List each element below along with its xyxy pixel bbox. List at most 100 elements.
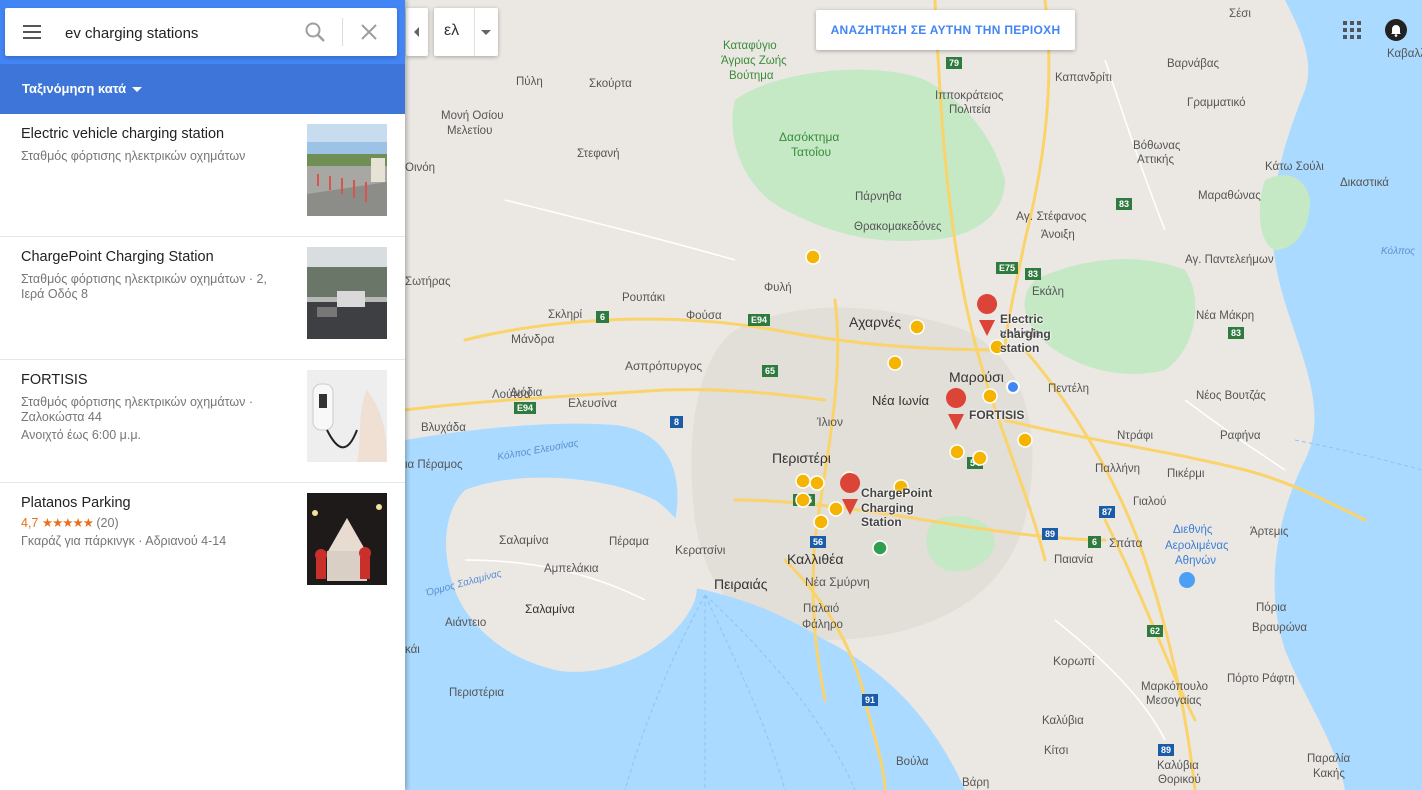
road-shield: 79	[946, 57, 963, 69]
map-label: Φάληρο	[802, 619, 843, 631]
apps-icon[interactable]	[1342, 20, 1362, 40]
map-label: Νέα Μάκρη	[1196, 310, 1255, 322]
map-label: Αγ. Παντελεήμων	[1185, 254, 1274, 266]
map-label: Κορωπί	[1053, 654, 1095, 668]
result-address: Γκαράζ για πάρκινγκ · Αδριανού 4-14	[21, 534, 227, 548]
map-label: Καταφύγιο	[723, 40, 777, 52]
map-label: Ντράφι	[1117, 430, 1154, 442]
map-label: κάι	[405, 644, 420, 656]
map-label: Αττικής	[1137, 154, 1174, 166]
map-label: Όρμος Σαλαμίνας	[424, 568, 503, 599]
map-label: Διεθνής	[1173, 524, 1213, 536]
result-title[interactable]: Platanos Parking	[21, 495, 131, 511]
sort-bar[interactable]: Ταξινόμηση κατά	[0, 64, 405, 114]
road-shield: 6	[596, 311, 610, 323]
map-label: Αγ. Στέφανος	[1016, 209, 1087, 223]
search-box	[5, 8, 397, 56]
chevron-left-icon	[414, 27, 419, 37]
map-label: Περιστέρι	[772, 450, 831, 466]
map-label: Σκούρτα	[589, 78, 632, 90]
pin-label-chargepoint-2[interactable]: Charging Station	[861, 501, 914, 529]
map-label: Διόδια	[510, 387, 543, 399]
caret-down-icon[interactable]	[474, 8, 498, 56]
pin-label-chargepoint[interactable]: ChargePoint	[861, 486, 932, 500]
map-label: Παραλία	[1307, 753, 1351, 765]
map-label: Βλυχάδα	[421, 422, 466, 434]
map-label: Βούτημα	[729, 70, 774, 82]
result-photo[interactable]	[307, 370, 387, 462]
map-label: Κίτσι	[1044, 745, 1069, 757]
search-this-area-label: ΑΝΑΖΗΤΗΣΗ ΣΕ ΑΥΤΗΝ ΤΗΝ ΠΕΡΙΟΧΗ	[830, 23, 1061, 37]
menu-icon[interactable]	[21, 22, 45, 42]
map-label: Παιανία	[1054, 554, 1094, 566]
language-selector[interactable]: ελ	[434, 8, 498, 56]
result-item[interactable]: Electric vehicle charging station Σταθμό…	[0, 114, 405, 237]
map-label: Νέος Βουτζάς	[1196, 390, 1266, 402]
result-item[interactable]: ChargePoint Charging Station Σταθμός φόρ…	[0, 237, 405, 360]
map-label: Πειραιάς	[714, 576, 768, 592]
result-title[interactable]: Electric vehicle charging station	[21, 126, 224, 142]
map-label: Πέραμα	[609, 536, 649, 548]
map-label: Βαρνάβας	[1167, 58, 1220, 70]
result-hours: Ανοιχτό έως 6:00 μ.μ.	[21, 428, 141, 442]
map-label: Καλύβια	[1157, 760, 1199, 772]
sort-by-label[interactable]: Ταξινόμηση κατά	[22, 81, 126, 96]
collapse-panel-button[interactable]	[406, 8, 428, 56]
map-label: Δικαστικά	[1340, 177, 1389, 189]
map-label: Κόλπος	[1381, 246, 1416, 257]
map-label: ια Πέραμος	[405, 459, 463, 471]
map-label: Άγριας Ζωής	[721, 55, 787, 67]
map-label: Καλλιθέα	[787, 551, 844, 567]
review-count[interactable]: (20)	[96, 516, 118, 530]
caret-down-icon[interactable]	[132, 87, 142, 92]
map-label: Παλλήνη	[1095, 463, 1140, 475]
result-photo[interactable]	[307, 493, 387, 585]
map-label: Βόθωνας	[1133, 140, 1181, 152]
result-item[interactable]: FORTISIS Σταθμός φόρτισης ηλεκτρικών οχη…	[0, 360, 405, 483]
map-label: Καβαλλα	[1387, 48, 1422, 60]
result-title[interactable]: ChargePoint Charging Station	[21, 249, 214, 265]
road-shield: 83	[1116, 198, 1133, 210]
map-label: Στεφανή	[577, 148, 620, 160]
map-label: Μονή Οσίου	[441, 110, 504, 122]
close-icon[interactable]	[357, 20, 381, 44]
results-list: Electric vehicle charging station Σταθμό…	[0, 114, 405, 605]
map-label: Πύλη	[516, 76, 543, 88]
road-shield: 6	[1088, 536, 1102, 548]
map-label: Δασόκτημα	[779, 130, 840, 144]
road-shield: 87	[1099, 506, 1116, 518]
notifications-icon[interactable]	[1384, 18, 1408, 42]
map-label: Βραυρώνα	[1252, 622, 1308, 634]
map-label: Εκάλη	[1032, 286, 1065, 298]
map-label: Θορικού	[1158, 774, 1201, 786]
map-label: Μεσογαίας	[1146, 695, 1202, 707]
search-input[interactable]	[63, 20, 287, 46]
map-canvas[interactable]: Σέσι Καβαλλα Καταφύγιο Άγριας Ζωής Βούτη…	[405, 0, 1422, 790]
results-panel: Ταξινόμηση κατά Electric vehicle chargin…	[0, 0, 405, 790]
road-shield: E75	[793, 494, 816, 506]
road-shield: 83	[1228, 327, 1245, 339]
result-photo[interactable]	[307, 124, 387, 216]
search-icon[interactable]	[303, 20, 327, 44]
language-label: ελ	[444, 22, 460, 39]
map-label: Μαρκόπουλο	[1141, 681, 1209, 693]
search-divider	[342, 18, 343, 46]
map-label: Παλαιό	[803, 603, 840, 615]
pin-label-fortisis[interactable]: FORTISIS	[969, 408, 1024, 422]
map-label: Περιστέρια	[449, 687, 505, 699]
map-label: Βούλα	[896, 756, 929, 768]
map-label: Αερολιμένας	[1165, 540, 1229, 552]
search-this-area-button[interactable]: ΑΝΑΖΗΤΗΣΗ ΣΕ ΑΥΤΗΝ ΤΗΝ ΠΕΡΙΟΧΗ	[816, 10, 1075, 50]
pin-label-ev-station-2[interactable]: charging station	[1000, 327, 1051, 355]
map-label: Άρτεμις	[1250, 526, 1289, 538]
result-photo[interactable]	[307, 247, 387, 339]
result-address: Ζαλοκώστα 44	[21, 410, 102, 424]
map-label: Πόρια	[1256, 602, 1287, 614]
result-title[interactable]: FORTISIS	[21, 372, 88, 388]
map-label: Πολιτεία	[949, 104, 991, 116]
map-label: Κακής	[1313, 768, 1345, 780]
map-label: Φυλή	[764, 282, 792, 294]
map-label: Τατοΐου	[791, 145, 832, 159]
result-item[interactable]: Platanos Parking 4,7 ★★★★★ (20) Γκαράζ γ…	[0, 483, 405, 605]
map-label: Γραμματικό	[1187, 97, 1246, 109]
